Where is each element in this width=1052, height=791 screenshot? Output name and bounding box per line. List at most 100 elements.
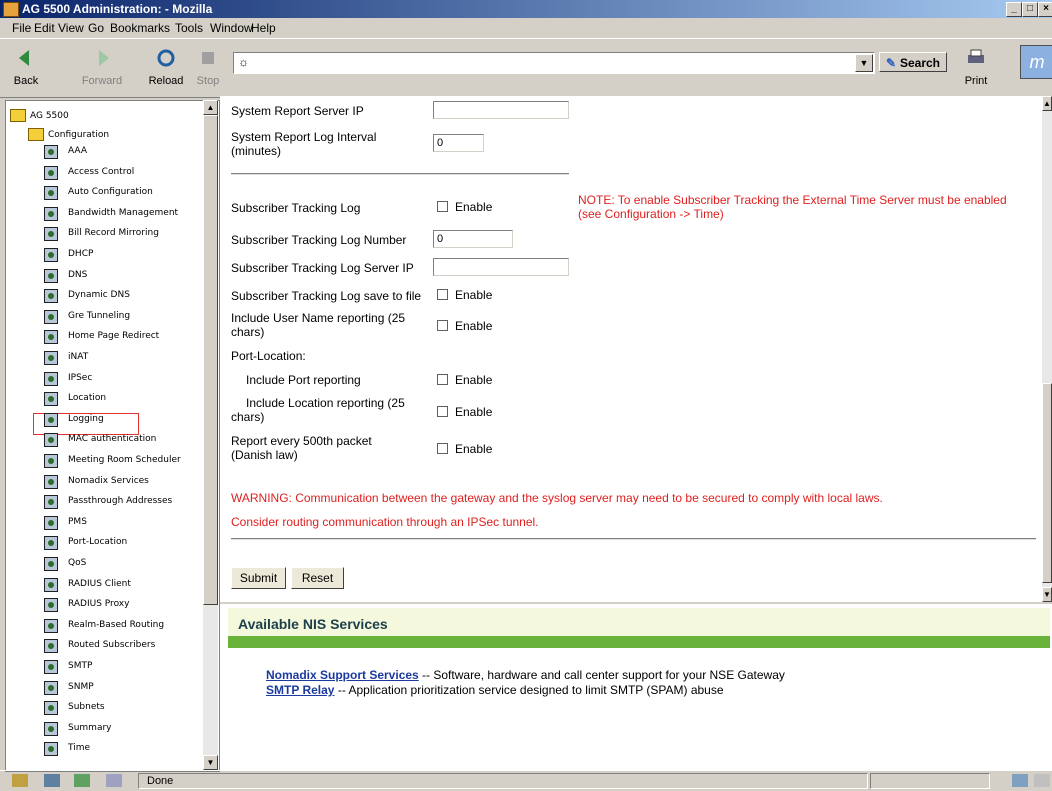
page-leaf-icon — [44, 206, 58, 221]
sidebar-item-label: Location — [68, 393, 107, 404]
print-button[interactable]: Print — [958, 43, 994, 87]
composer-icon[interactable] — [74, 774, 90, 787]
reload-icon — [157, 49, 175, 67]
page-leaf-icon — [44, 186, 58, 201]
sub-track-file-enable-label: Enable — [455, 288, 493, 302]
menu-edit[interactable]: Edit — [34, 21, 55, 35]
menu-help[interactable]: Help — [251, 21, 276, 35]
window-title: AG 5500 Administration: - Mozilla — [22, 2, 213, 16]
lock-icon — [1034, 774, 1050, 787]
report-500-label: Report every 500th packet (Danish law) — [231, 434, 372, 462]
tree-root[interactable]: AG 5500 — [10, 109, 69, 122]
menu-bookmarks[interactable]: Bookmarks — [110, 21, 170, 35]
menu-file[interactable]: File — [12, 21, 31, 35]
sub-track-num-input[interactable] — [433, 230, 513, 248]
stop-icon — [202, 52, 214, 64]
user-name-enable-label: Enable — [455, 319, 493, 333]
sidebar-item-label: AAA — [68, 146, 87, 156]
sidebar-item-label: DNS — [68, 269, 88, 280]
search-label: Search — [899, 56, 940, 70]
nis-green-bar — [228, 636, 1050, 648]
sub-track-ip-input[interactable] — [433, 258, 569, 276]
sidebar-item-label: Summary — [68, 722, 112, 733]
sidebar-item-label: Realm-Based Routing — [68, 619, 165, 630]
warning-line-1: WARNING: Communication between the gatew… — [231, 491, 883, 505]
main-scroll-down-icon[interactable]: ▼ — [1042, 587, 1052, 602]
location-reporting-enable-label: Enable — [455, 405, 493, 419]
user-name-checkbox[interactable] — [437, 320, 448, 331]
page-leaf-icon — [44, 248, 58, 262]
location-reporting-checkbox[interactable] — [437, 406, 448, 417]
page-leaf-icon — [44, 701, 58, 716]
tree-configuration[interactable]: Configuration — [28, 128, 109, 141]
address-book-icon[interactable] — [106, 774, 122, 787]
url-input[interactable]: ☼ ▼ — [233, 52, 875, 74]
page-leaf-icon — [44, 680, 58, 695]
search-button[interactable]: ✎ Search — [879, 52, 947, 72]
sys-report-ip-input[interactable] — [433, 101, 569, 119]
scroll-thumb[interactable] — [203, 115, 218, 605]
sidebar-item-label: Access Control — [68, 166, 135, 177]
report-500-checkbox[interactable] — [437, 443, 448, 454]
page-leaf-icon — [44, 289, 58, 304]
sys-log-interval-input[interactable] — [433, 134, 484, 152]
nis-service-1: Nomadix Support Services -- Software, ha… — [266, 668, 785, 682]
forward-button[interactable]: Forward — [78, 43, 126, 87]
navigation-toolbar: Back Forward Reload Stop ☼ ▼ ✎ Search Pr… — [0, 38, 1052, 98]
time-server-note: NOTE: To enable Subscriber Tracking the … — [578, 193, 1007, 221]
close-button[interactable]: × — [1038, 2, 1052, 17]
minimize-button[interactable]: _ — [1006, 2, 1022, 17]
sidebar-item-label: SMTP — [68, 661, 93, 671]
search-icon: ✎ — [886, 56, 897, 70]
status-bar: Done — [0, 770, 1052, 791]
reload-button[interactable]: Reload — [146, 43, 186, 87]
url-dropdown-icon[interactable]: ▼ — [855, 54, 873, 72]
page-leaf-icon — [44, 351, 58, 365]
main-scroll-up-icon[interactable]: ▲ — [1042, 96, 1052, 111]
sub-track-log-checkbox[interactable] — [437, 201, 448, 212]
sidebar-item-label: RADIUS Client — [68, 578, 131, 589]
menu-bar: File Edit View Go Bookmarks Tools Window… — [0, 18, 1052, 38]
page-leaf-icon — [44, 536, 58, 551]
online-icon — [1012, 774, 1028, 787]
reset-button[interactable]: Reset — [291, 567, 344, 589]
scroll-up-icon[interactable]: ▲ — [203, 100, 218, 115]
sidebar-scrollbar[interactable]: ▲ ▼ — [203, 100, 218, 770]
sidebar-item-label: QoS — [68, 558, 87, 568]
sidebar-tree: AG 5500 Configuration AAA Access Control A… — [5, 100, 220, 772]
page-leaf-icon — [44, 660, 58, 674]
sub-track-num-label: Subscriber Tracking Log Number — [231, 233, 407, 247]
sidebar-item-label: Auto Configuration — [68, 187, 153, 198]
menu-go[interactable]: Go — [88, 21, 104, 35]
submit-button[interactable]: Submit — [231, 567, 286, 589]
nis-header: Available NIS Services — [228, 608, 1050, 636]
folder-open-icon — [28, 128, 44, 141]
progress-panel — [870, 773, 990, 789]
warning-line-2: Consider routing communication through a… — [231, 515, 539, 529]
smtp-relay-link[interactable]: SMTP Relay — [266, 683, 334, 697]
page-leaf-icon — [44, 392, 58, 407]
menu-tools[interactable]: Tools — [175, 21, 203, 35]
status-text: Done — [147, 775, 174, 787]
sidebar-item-label: Home Page Redirect — [68, 331, 160, 342]
mail-icon[interactable] — [44, 774, 60, 787]
navigator-icon[interactable] — [12, 774, 28, 787]
port-reporting-checkbox[interactable] — [437, 374, 448, 385]
scroll-down-icon[interactable]: ▼ — [203, 755, 218, 770]
back-button[interactable]: Back — [8, 43, 44, 87]
sidebar-item-label: Dynamic DNS — [68, 290, 130, 301]
report-500-enable-label: Enable — [455, 442, 493, 456]
main-scroll-thumb[interactable] — [1042, 383, 1052, 583]
sidebar-item-label: Bill Record Mirroring — [68, 228, 159, 239]
sub-track-file-checkbox[interactable] — [437, 289, 448, 300]
sidebar-item-label: IPSec — [68, 372, 93, 383]
menu-view[interactable]: View — [58, 21, 84, 35]
menu-window[interactable]: Window — [210, 21, 253, 35]
forward-arrow-icon — [99, 50, 109, 66]
stop-button[interactable]: Stop — [196, 43, 220, 87]
nomadix-support-link[interactable]: Nomadix Support Services — [266, 668, 419, 682]
smtp-relay-desc: -- Application prioritization service de… — [334, 683, 724, 697]
main-scrollbar[interactable]: ▲ ▼ — [1042, 96, 1052, 602]
sidebar-item-label: Time — [68, 743, 91, 754]
maximize-button[interactable]: □ — [1022, 2, 1038, 17]
